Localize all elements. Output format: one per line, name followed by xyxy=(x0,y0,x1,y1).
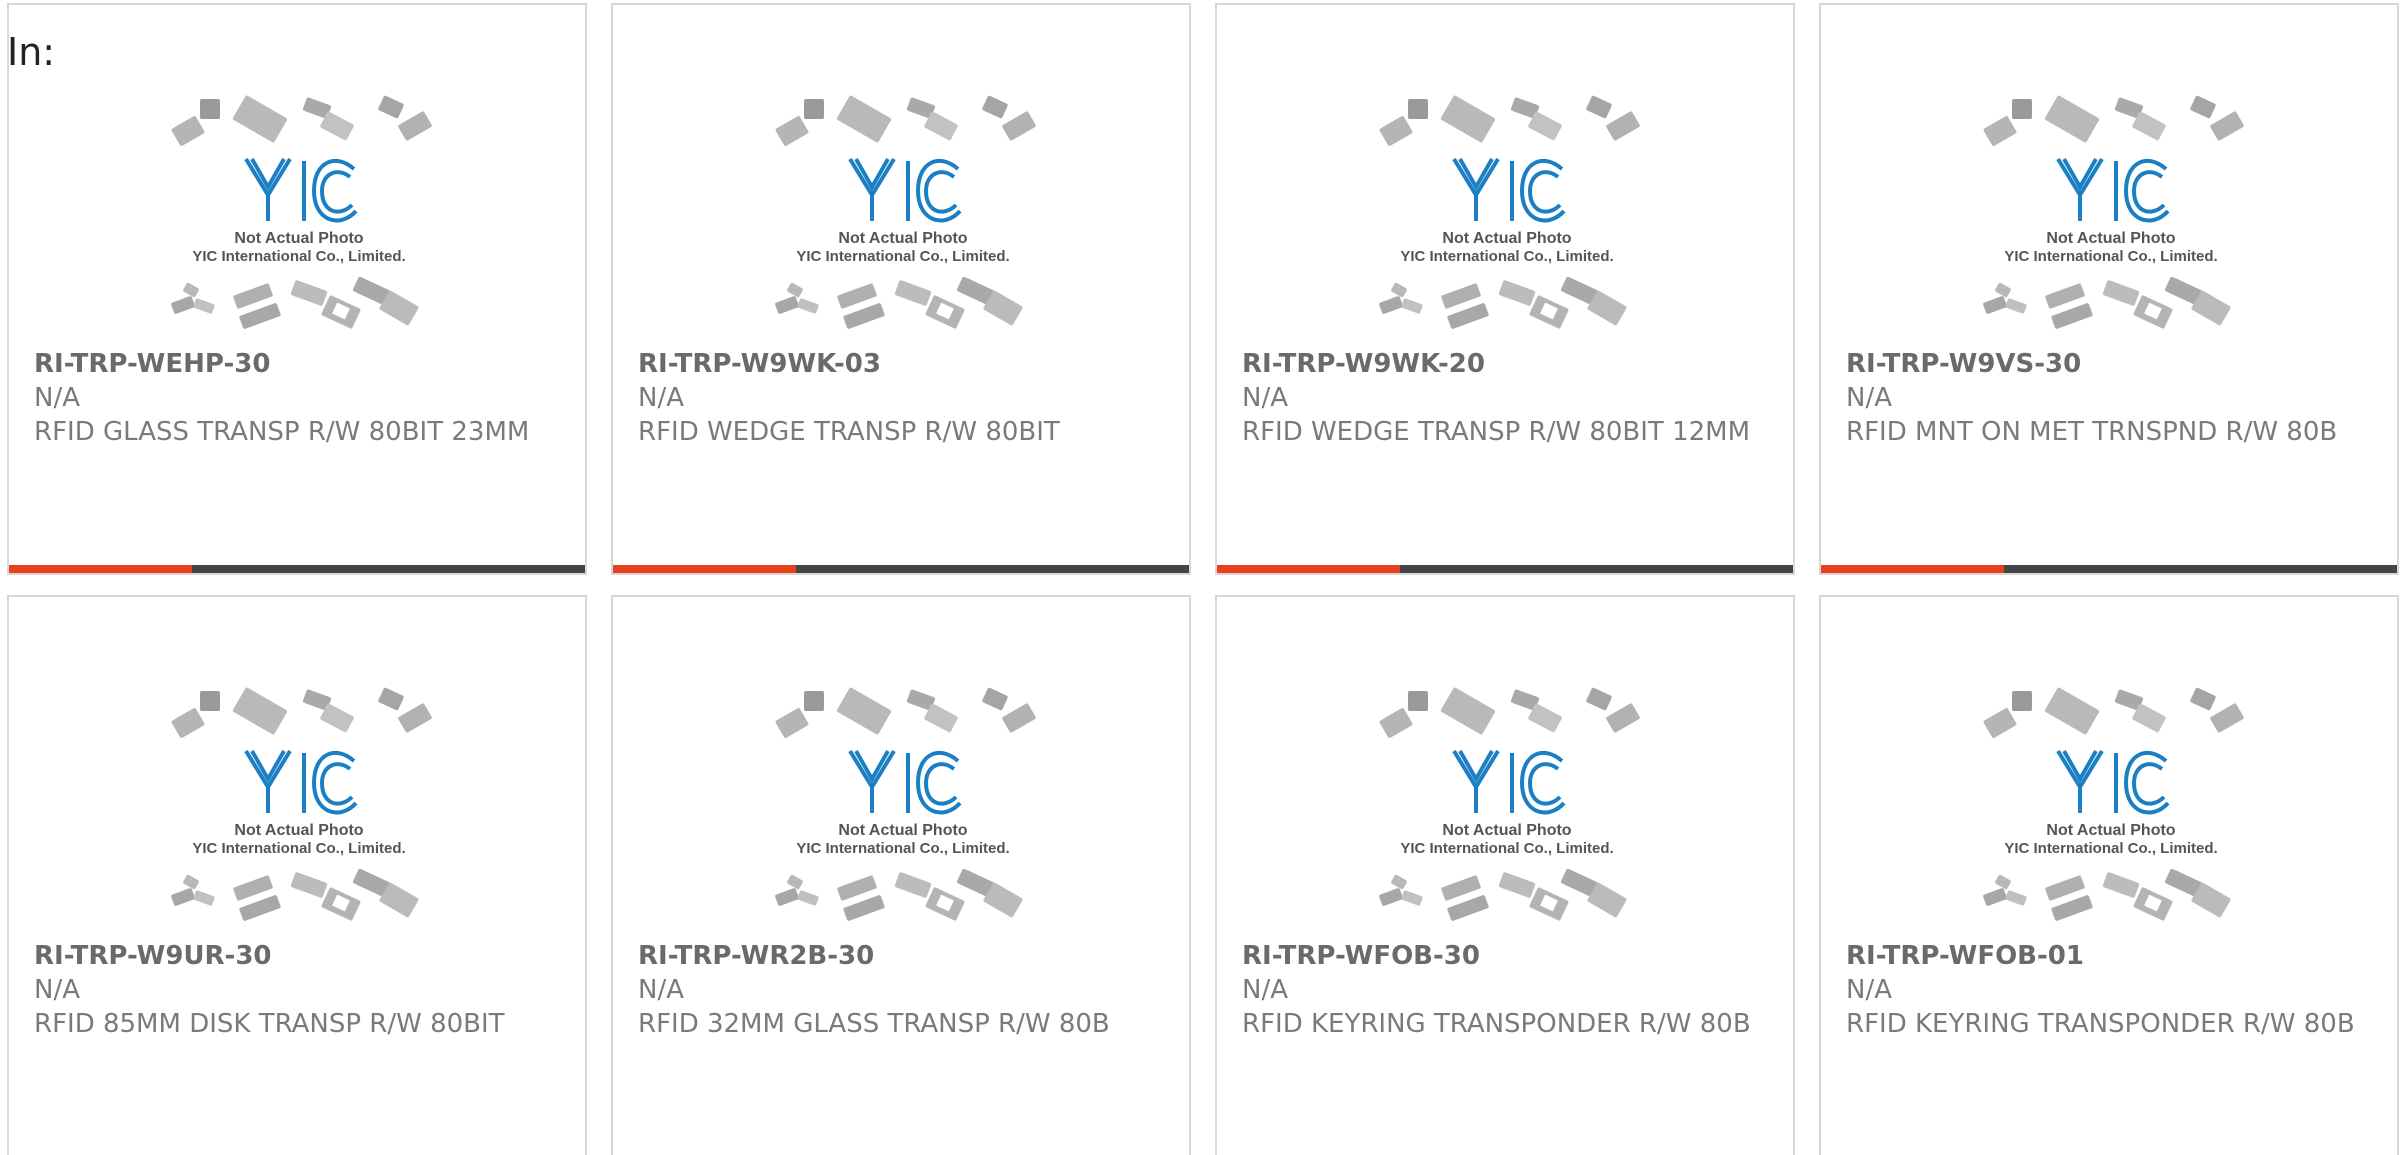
product-card[interactable]: Not Actual Photo YIC International Co., … xyxy=(611,595,1191,1155)
card-footer-bar xyxy=(1821,565,2397,573)
chip-package-icon xyxy=(775,687,1036,921)
product-info: RI-TRP-WFOB-01 N/A RFID KEYRING TRANSPON… xyxy=(1846,939,2372,1041)
image-caption-line1: Not Actual Photo xyxy=(1442,230,1571,247)
part-number[interactable]: RI-TRP-W9VS-30 xyxy=(1846,347,2372,381)
product-image-placeholder[interactable]: Not Actual Photo YIC International Co., … xyxy=(164,95,434,335)
image-caption-line1: Not Actual Photo xyxy=(1442,822,1571,839)
product-card[interactable]: Not Actual Photo YIC International Co., … xyxy=(611,3,1191,575)
product-image-placeholder[interactable]: Not Actual Photo YIC International Co., … xyxy=(768,687,1038,927)
yic-logo xyxy=(2056,157,2170,223)
product-image-placeholder[interactable]: Not Actual Photo YIC International Co., … xyxy=(768,95,1038,335)
product-description: RFID WEDGE TRANSP R/W 80BIT 12MM xyxy=(1242,417,1751,447)
product-card[interactable]: Not Actual Photo YIC International Co., … xyxy=(7,3,587,575)
product-image-placeholder[interactable]: Not Actual Photo YIC International Co., … xyxy=(1372,95,1642,335)
image-caption-line2: YIC International Co., Limited. xyxy=(796,248,1009,265)
product-info: RI-TRP-WR2B-30 N/A RFID 32MM GLASS TRANS… xyxy=(638,939,1164,1041)
part-number[interactable]: RI-TRP-W9WK-03 xyxy=(638,347,1164,381)
chip-package-icon xyxy=(1983,95,2244,329)
product-description: RFID 85MM DISK TRANSP R/W 80BIT xyxy=(34,1009,505,1039)
image-caption-line1: Not Actual Photo xyxy=(234,230,363,247)
card-footer-bar xyxy=(9,565,585,573)
product-grid: Not Actual Photo YIC International Co., … xyxy=(7,3,2399,1155)
image-caption-line2: YIC International Co., Limited. xyxy=(192,840,405,857)
image-caption-line1: Not Actual Photo xyxy=(838,822,967,839)
image-caption-line1: Not Actual Photo xyxy=(234,822,363,839)
yic-logo xyxy=(848,749,962,815)
image-caption-line2: YIC International Co., Limited. xyxy=(192,248,405,265)
manufacturer: N/A xyxy=(638,383,684,413)
manufacturer: N/A xyxy=(638,975,684,1005)
part-number[interactable]: RI-TRP-WEHP-30 xyxy=(34,347,560,381)
chip-package-icon xyxy=(171,95,432,329)
image-caption-line2: YIC International Co., Limited. xyxy=(2004,248,2217,265)
card-footer-accent xyxy=(1821,565,2004,573)
yic-logo xyxy=(1452,157,1566,223)
product-description: RFID WEDGE TRANSP R/W 80BIT xyxy=(638,417,1060,447)
product-card[interactable]: Not Actual Photo YIC International Co., … xyxy=(1819,595,2399,1155)
yic-logo xyxy=(244,749,358,815)
yic-logo xyxy=(1452,749,1566,815)
yic-logo xyxy=(848,157,962,223)
image-caption-line2: YIC International Co., Limited. xyxy=(2004,840,2217,857)
image-caption-line1: Not Actual Photo xyxy=(2046,822,2175,839)
product-description: RFID KEYRING TRANSPONDER R/W 80B xyxy=(1242,1009,1751,1039)
chip-package-icon xyxy=(775,95,1036,329)
product-info: RI-TRP-W9VS-30 N/A RFID MNT ON MET TRNSP… xyxy=(1846,347,2372,449)
product-image-placeholder[interactable]: Not Actual Photo YIC International Co., … xyxy=(164,687,434,927)
chip-package-icon xyxy=(1379,687,1640,921)
filter-in-label: In: xyxy=(7,30,56,74)
product-info: RI-TRP-W9WK-20 N/A RFID WEDGE TRANSP R/W… xyxy=(1242,347,1768,449)
chip-package-icon xyxy=(171,687,432,921)
part-number[interactable]: RI-TRP-WR2B-30 xyxy=(638,939,1164,973)
product-image-placeholder[interactable]: Not Actual Photo YIC International Co., … xyxy=(1976,687,2246,927)
manufacturer: N/A xyxy=(1242,975,1288,1005)
part-number[interactable]: RI-TRP-WFOB-01 xyxy=(1846,939,2372,973)
part-number[interactable]: RI-TRP-W9WK-20 xyxy=(1242,347,1768,381)
part-number[interactable]: RI-TRP-WFOB-30 xyxy=(1242,939,1768,973)
manufacturer: N/A xyxy=(34,975,80,1005)
image-caption-line1: Not Actual Photo xyxy=(838,230,967,247)
product-description: RFID 32MM GLASS TRANSP R/W 80B xyxy=(638,1009,1110,1039)
product-image-placeholder[interactable]: Not Actual Photo YIC International Co., … xyxy=(1372,687,1642,927)
product-info: RI-TRP-WEHP-30 N/A RFID GLASS TRANSP R/W… xyxy=(34,347,560,449)
card-footer-bar xyxy=(1217,565,1793,573)
product-card[interactable]: Not Actual Photo YIC International Co., … xyxy=(7,595,587,1155)
manufacturer: N/A xyxy=(34,383,80,413)
manufacturer: N/A xyxy=(1846,383,1892,413)
yic-logo xyxy=(244,157,358,223)
card-footer-accent xyxy=(1217,565,1400,573)
card-footer-accent xyxy=(613,565,796,573)
product-info: RI-TRP-WFOB-30 N/A RFID KEYRING TRANSPON… xyxy=(1242,939,1768,1041)
card-footer-bar xyxy=(613,565,1189,573)
yic-logo xyxy=(2056,749,2170,815)
product-info: RI-TRP-W9WK-03 N/A RFID WEDGE TRANSP R/W… xyxy=(638,347,1164,449)
product-info: RI-TRP-W9UR-30 N/A RFID 85MM DISK TRANSP… xyxy=(34,939,560,1041)
product-card[interactable]: Not Actual Photo YIC International Co., … xyxy=(1215,3,1795,575)
image-caption-line2: YIC International Co., Limited. xyxy=(796,840,1009,857)
product-image-placeholder[interactable]: Not Actual Photo YIC International Co., … xyxy=(1976,95,2246,335)
image-caption-line1: Not Actual Photo xyxy=(2046,230,2175,247)
product-card[interactable]: Not Actual Photo YIC International Co., … xyxy=(1215,595,1795,1155)
product-description: RFID GLASS TRANSP R/W 80BIT 23MM xyxy=(34,417,530,447)
chip-package-icon xyxy=(1983,687,2244,921)
manufacturer: N/A xyxy=(1242,383,1288,413)
product-description: RFID MNT ON MET TRNSPND R/W 80B xyxy=(1846,417,2338,447)
chip-package-icon xyxy=(1379,95,1640,329)
card-footer-accent xyxy=(9,565,192,573)
product-listing-page: In: Not Actual Photo YIC International C… xyxy=(0,0,2400,1155)
image-caption-line2: YIC International Co., Limited. xyxy=(1400,840,1613,857)
product-description: RFID KEYRING TRANSPONDER R/W 80B xyxy=(1846,1009,2355,1039)
manufacturer: N/A xyxy=(1846,975,1892,1005)
part-number[interactable]: RI-TRP-W9UR-30 xyxy=(34,939,560,973)
product-card[interactable]: Not Actual Photo YIC International Co., … xyxy=(1819,3,2399,575)
image-caption-line2: YIC International Co., Limited. xyxy=(1400,248,1613,265)
